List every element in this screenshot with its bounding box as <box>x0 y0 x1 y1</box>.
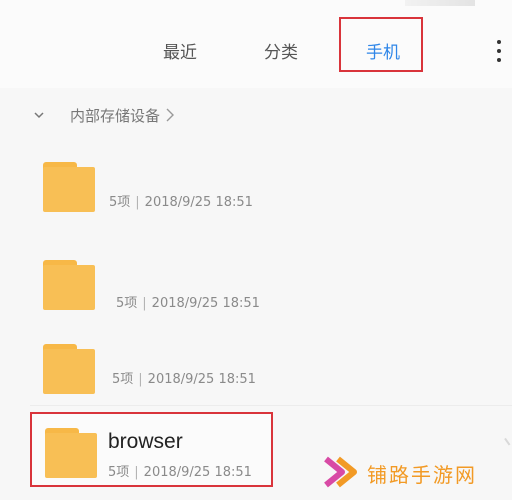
folder-icon <box>43 344 95 394</box>
folder-meta: 5项 | 2018/9/25 18:51 <box>109 195 253 210</box>
tab-recent[interactable]: 最近 <box>163 38 197 63</box>
tab-phone-label: 手机 <box>366 43 400 63</box>
chevron-right-icon <box>166 108 175 122</box>
more-dot <box>497 58 501 62</box>
folder-date: 2018/9/25 18:51 <box>144 195 253 210</box>
row-divider <box>30 405 512 406</box>
double-arrow-logo <box>324 456 357 488</box>
more-dot <box>497 49 501 53</box>
watermark: 铺路手游网 <box>322 450 512 494</box>
folder-item-count: 5项 <box>116 296 138 311</box>
folder-icon <box>43 162 95 212</box>
folder-meta: 5项 | 2018/9/25 18:51 <box>108 465 252 480</box>
breadcrumb[interactable]: 内部存储设备 <box>34 101 176 129</box>
tab-category-label: 分类 <box>264 43 298 63</box>
breadcrumb-label: 内部存储设备 <box>70 106 161 125</box>
folder-item-count: 5项 <box>109 195 131 210</box>
tab-category[interactable]: 分类 <box>264 38 298 63</box>
folder-item-count: 5项 <box>112 372 134 387</box>
folder-icon <box>45 428 97 478</box>
folder-meta: 5项 | 2018/9/25 18:51 <box>112 372 256 387</box>
folder-row[interactable]: 5项 | 2018/9/25 18:51 <box>0 340 512 402</box>
faint-check-icon <box>497 437 511 451</box>
tab-recent-label: 最近 <box>163 43 197 63</box>
folder-row[interactable]: 5项 | 2018/9/25 18:51 <box>0 257 512 319</box>
folder-meta: 5项 | 2018/9/25 18:51 <box>116 296 260 311</box>
more-dot <box>497 40 501 44</box>
folder-row-browser[interactable]: browser 5项 | 2018/9/25 18:51 <box>30 412 273 487</box>
watermark-text: 铺路手游网 <box>367 463 477 487</box>
file-manager-screen: 最近 分类 手机 内部存储设备 5项 | 2018/9/25 18:51 5项 … <box>0 0 512 500</box>
folder-name: browser <box>108 430 183 453</box>
folder-date: 2018/9/25 18:51 <box>143 465 252 480</box>
chevron-down-icon <box>34 112 44 119</box>
folder-row[interactable]: 5项 | 2018/9/25 18:51 <box>0 160 512 222</box>
more-vertical-icon[interactable] <box>497 40 501 64</box>
top-tab-bar: 最近 分类 手机 <box>0 0 512 88</box>
tab-phone[interactable]: 手机 <box>339 17 423 72</box>
folder-item-count: 5项 <box>108 465 130 480</box>
folder-date: 2018/9/25 18:51 <box>147 372 256 387</box>
folder-icon <box>43 260 95 310</box>
top-faded-edge <box>405 0 475 6</box>
folder-date: 2018/9/25 18:51 <box>151 296 260 311</box>
